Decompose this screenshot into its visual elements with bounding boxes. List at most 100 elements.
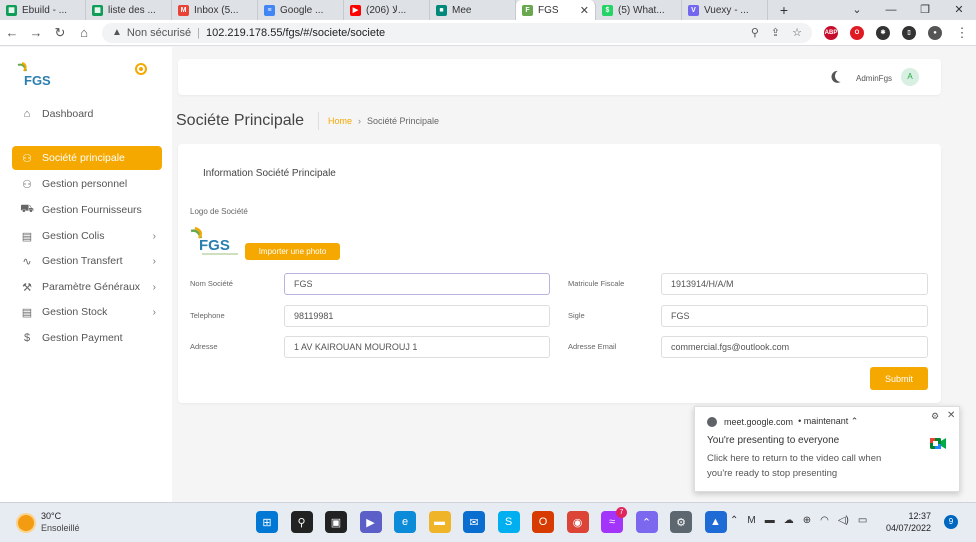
windows-start-icon[interactable]: ⊞ <box>256 511 278 533</box>
settings-icon[interactable]: ⚙ <box>670 511 692 533</box>
sidepanel-icon[interactable]: ▯ <box>902 25 916 40</box>
restore-icon[interactable]: ❐ <box>908 0 942 20</box>
tray-icon[interactable]: ◠ <box>820 515 829 526</box>
browser-tab[interactable]: ≡ Google ... <box>258 0 344 20</box>
submit-button[interactable]: Submit <box>870 367 928 390</box>
sidebar-item-gestion-transfert[interactable]: ∿ Gestion Transfert › <box>12 249 162 273</box>
home-icon: ⌂ <box>23 108 31 120</box>
taskview-icon[interactable]: ▣ <box>325 511 347 533</box>
sheets-icon: ▦ <box>92 4 103 16</box>
upload-photo-button[interactable]: Importer une photo <box>245 243 340 260</box>
tray-icon[interactable]: ◁) <box>838 515 849 526</box>
matricule-fiscale-input[interactable]: 1913914/H/A/M <box>661 273 928 295</box>
svg-text:FGS: FGS <box>199 237 230 254</box>
browser-tab[interactable]: $ (5) What... <box>596 0 682 20</box>
zoom-icon[interactable]: ⚲ <box>751 26 759 39</box>
adresse-input[interactable]: 1 AV KAIROUAN MOUROUJ 1 <box>284 336 550 358</box>
office-icon[interactable]: O <box>532 511 554 533</box>
profile-icon[interactable]: ● <box>928 25 942 40</box>
file-explorer-icon[interactable]: ▬ <box>428 511 451 533</box>
field-label-nom: Nom Société <box>190 279 233 288</box>
browser-tabstrip: ▦ Ebuild - ... ▦ liste des ... M Inbox (5... ≡… <box>0 0 976 20</box>
tool-icon: ⚒ <box>22 281 32 294</box>
close-icon[interactable]: ✕ <box>947 410 955 421</box>
weather-condition[interactable]: Ensoleillé <box>41 523 80 533</box>
browser-tab[interactable]: ▦ liste des ... <box>86 0 172 20</box>
home-browser-icon[interactable]: ⌂ <box>72 25 96 40</box>
sun-icon[interactable] <box>18 515 34 531</box>
address-bar[interactable]: ▲ Non sécurisé | 102.219.178.55/fgs/#/so… <box>102 22 812 43</box>
sidebar-toggle-icon[interactable] <box>135 63 147 75</box>
tray-icon[interactable]: ☁ <box>784 515 794 526</box>
nom-societe-input[interactable]: FGS <box>284 273 550 295</box>
browser-tab[interactable]: ■ Mee <box>430 0 516 20</box>
tray-icon[interactable]: ▬ <box>765 515 775 526</box>
email-input[interactable]: commercial.fgs@outlook.com <box>661 336 928 358</box>
photos-icon[interactable]: ▲ <box>704 511 727 533</box>
menu-dots-icon[interactable]: ⋮ <box>950 25 974 41</box>
sidebar-item-gestion-colis[interactable]: ▤ Gestion Colis › <box>12 224 162 248</box>
reload-icon[interactable]: ↻ <box>48 25 72 41</box>
edge-icon[interactable]: e <box>394 511 416 533</box>
svg-text:FGS: FGS <box>24 73 51 88</box>
tray-icon[interactable]: ⊕ <box>803 515 811 526</box>
sidebar-item-gestion-fournisseurs[interactable]: ⛟ Gestion Fournisseurs <box>12 198 162 222</box>
tray-icon[interactable]: M <box>747 515 755 526</box>
sidebar-item-label: Gestion Fournisseurs <box>42 204 142 216</box>
bookmark-star-icon[interactable]: ☆ <box>792 26 802 39</box>
browser-tab[interactable]: ▦ Ebuild - ... <box>0 0 86 20</box>
vuexy-icon: V <box>688 4 699 16</box>
forward-icon[interactable]: → <box>24 25 48 40</box>
sidebar-item-gestion-personnel[interactable]: ⚇ Gestion personnel <box>12 172 162 196</box>
sidebar-item-dashboard[interactable]: ⌂ Dashboard <box>12 102 162 126</box>
chrome-icon[interactable]: ◉ <box>566 511 589 533</box>
teams-icon[interactable]: ▶ <box>359 511 382 533</box>
sidebar-item-gestion-stock[interactable]: ▤ Gestion Stock › <box>12 300 162 324</box>
minimize-icon[interactable]: — <box>874 0 908 20</box>
security-label: Non sécurisé <box>126 26 192 39</box>
windows-taskbar: 30°C Ensoleillé ⊞ ⚲ ▣ ▶ e ▬ ✉ S O ◉ ≈7 ⌃ ⚙ ▲ ⌃ M ▬ ☁ ⊕ ◠ ◁)… <box>0 502 976 542</box>
share-icon[interactable]: ⇪ <box>771 26 780 39</box>
weather-temp[interactable]: 30°C <box>41 511 61 521</box>
close-tab-icon[interactable]: ✕ <box>580 4 589 17</box>
gear-icon[interactable]: ⚙ <box>931 411 939 422</box>
url-text[interactable]: 102.219.178.55/fgs/#/societe/societe <box>206 27 739 39</box>
tab-search-icon[interactable]: ⌄ <box>840 0 874 20</box>
archive-icon: ▤ <box>21 230 33 243</box>
adblock-icon[interactable]: ABP <box>824 25 838 40</box>
back-icon[interactable]: ← <box>0 25 24 40</box>
user-name[interactable]: AdminFgs <box>856 74 892 83</box>
tray-icon[interactable]: ▭ <box>858 515 867 526</box>
browser-tab[interactable]: M Inbox (5... <box>172 0 258 20</box>
clock[interactable]: 12:37 04/07/2022 <box>886 510 931 534</box>
dark-mode-moon-icon[interactable] <box>833 68 848 83</box>
mail-icon[interactable]: ✉ <box>463 511 485 533</box>
card-title: Information Société Principale <box>203 168 336 179</box>
telephone-input[interactable]: 98119981 <box>284 305 550 327</box>
skype-icon[interactable]: S <box>497 511 520 533</box>
clickup-icon[interactable]: ⌃ <box>635 511 658 533</box>
notification-badge[interactable]: 9 <box>944 515 958 529</box>
fgs-logo[interactable]: FGS <box>16 61 56 91</box>
puzzle-icon[interactable]: ✱ <box>876 25 890 40</box>
users-icon: ⚇ <box>22 178 32 191</box>
close-window-icon[interactable]: ✕ <box>942 0 976 20</box>
search-icon[interactable]: ⚲ <box>290 511 313 533</box>
opera-icon[interactable]: O <box>850 25 864 40</box>
sidebar-item-gestion-payment[interactable]: $ Gestion Payment <box>12 326 162 350</box>
sidebar-item-label: Dashboard <box>42 108 94 120</box>
breadcrumb-home[interactable]: Home <box>328 116 352 126</box>
browser-tab[interactable]: F FGS ✕ <box>516 0 596 20</box>
field-label-telephone: Telephone <box>190 311 225 320</box>
tray-icon[interactable]: ⌃ <box>730 515 738 526</box>
sidebar-item-soci-t-principale[interactable]: ⚇ Société principale <box>12 146 162 170</box>
messenger-icon[interactable]: ≈7 <box>601 507 627 533</box>
meet-notification[interactable]: meet.google.com • maintenant ⌃ ⚙ ✕ You'r… <box>694 406 960 492</box>
browser-tab[interactable]: V Vuexy - ... <box>682 0 768 20</box>
browser-tab[interactable]: ▶ (206) ﻻ... <box>344 0 430 20</box>
new-tab-button[interactable]: + <box>774 2 794 18</box>
tab-title: FGS <box>538 4 559 16</box>
avatar[interactable]: A <box>901 68 919 86</box>
sigle-input[interactable]: FGS <box>661 305 928 327</box>
sidebar-item-param-tre-g-n-raux[interactable]: ⚒ Paramètre Généraux › <box>12 275 162 299</box>
